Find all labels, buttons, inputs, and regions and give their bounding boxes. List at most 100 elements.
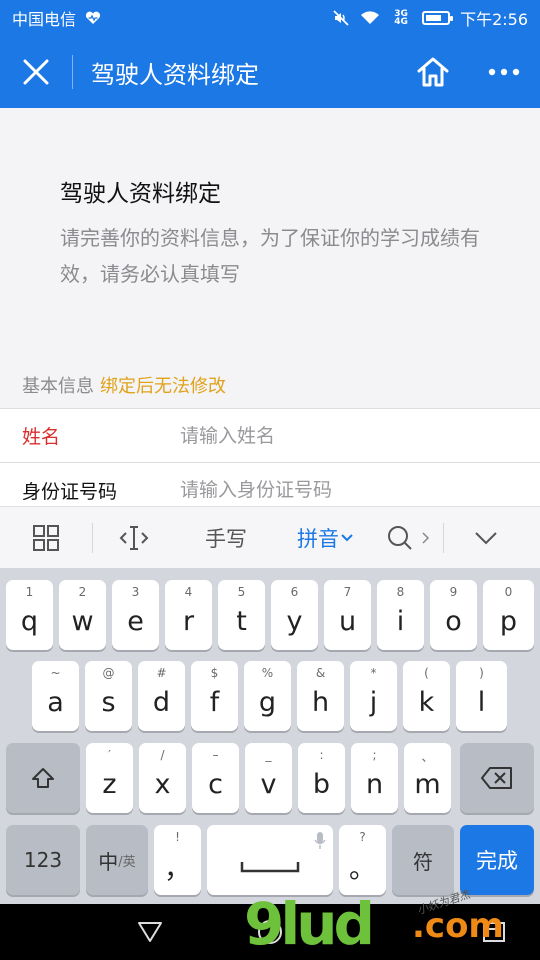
key-f[interactable]: $ f bbox=[191, 661, 238, 731]
key-sub: ! bbox=[175, 830, 180, 844]
key-sub: $ bbox=[210, 666, 219, 680]
home-icon bbox=[417, 57, 449, 87]
key-label: 。 bbox=[349, 853, 376, 885]
key-q[interactable]: 1q bbox=[6, 580, 53, 650]
key-label: ， bbox=[164, 853, 191, 885]
key-e[interactable]: 3e bbox=[112, 580, 159, 650]
data-network-icon: 3G 4G bbox=[390, 10, 412, 27]
key-label: w bbox=[71, 605, 94, 637]
key-label: j bbox=[369, 686, 378, 718]
id-number-input[interactable] bbox=[180, 479, 500, 501]
key-k[interactable]: (k bbox=[403, 661, 450, 731]
shift-key[interactable] bbox=[6, 743, 80, 813]
key-i[interactable]: 8i bbox=[377, 580, 424, 650]
battery-fill bbox=[426, 15, 442, 21]
key-sub: 9 bbox=[449, 585, 458, 599]
status-right: 3G 4G 下午2:56 bbox=[332, 6, 528, 30]
key-label: z bbox=[102, 768, 117, 800]
key-sub: / bbox=[160, 748, 165, 762]
name-input[interactable] bbox=[180, 424, 500, 447]
key-h[interactable]: & h bbox=[297, 661, 344, 731]
key-label: f bbox=[209, 686, 220, 718]
intro-description: 请完善你的资料信息，为了保证你的学习成绩有效，请务必认真填写 bbox=[60, 226, 480, 286]
ime-search-button[interactable] bbox=[373, 507, 443, 569]
done-key[interactable]: 完成 bbox=[460, 825, 534, 895]
key-label: i bbox=[396, 605, 405, 637]
key-sub: 2 bbox=[78, 585, 87, 599]
handwrite-button[interactable]: 手写 bbox=[175, 507, 277, 569]
language-switch-key[interactable]: 中/英 bbox=[86, 825, 148, 895]
key-sub: 3 bbox=[131, 585, 140, 599]
status-bar: 中国电信 3G 4G 下午2:56 bbox=[0, 0, 540, 36]
key-sub: – bbox=[212, 748, 219, 762]
chevron-right-icon bbox=[422, 531, 430, 544]
key-l[interactable]: ) l bbox=[456, 661, 507, 731]
key-w[interactable]: 2w bbox=[59, 580, 106, 650]
binding-form: 姓名 身份证号码 bbox=[0, 408, 540, 517]
key-sub: ? bbox=[359, 830, 366, 844]
key-label: g bbox=[258, 686, 277, 718]
key-label: h bbox=[311, 686, 330, 718]
cursor-button[interactable] bbox=[93, 507, 175, 569]
key-a[interactable]: ~ a bbox=[32, 661, 79, 731]
search-icon bbox=[388, 525, 412, 550]
numbers-key[interactable]: 123 bbox=[6, 825, 80, 895]
key-t[interactable]: 5t bbox=[218, 580, 265, 650]
space-key[interactable] bbox=[207, 825, 333, 895]
watermark: 9lud .com 小妖为君杰 bbox=[240, 888, 540, 960]
key-sub: % bbox=[261, 666, 274, 680]
key-y[interactable]: 6y bbox=[271, 580, 318, 650]
symbols-key[interactable]: 符 bbox=[392, 825, 454, 895]
key-sub: ~ bbox=[50, 666, 61, 680]
section-label: 基本信息 bbox=[22, 376, 94, 397]
name-label: 姓名 bbox=[22, 426, 61, 448]
key-d[interactable]: # d bbox=[138, 661, 185, 731]
language-label: 中 bbox=[98, 849, 119, 874]
key-label: l bbox=[477, 686, 486, 718]
microphone-icon bbox=[314, 832, 326, 849]
page-title: 驾驶人资料绑定 bbox=[91, 60, 259, 89]
close-icon bbox=[23, 59, 49, 85]
close-button[interactable] bbox=[0, 36, 72, 108]
key-m[interactable]: 、 m bbox=[404, 743, 451, 813]
key-b[interactable]: :b bbox=[298, 743, 345, 813]
key-sub: 、 bbox=[421, 750, 434, 764]
key-sub: 7 bbox=[343, 585, 352, 599]
key-r[interactable]: 4r bbox=[165, 580, 212, 650]
key-label: e bbox=[127, 605, 144, 637]
data-label-bottom: 4G bbox=[394, 17, 408, 27]
period-key[interactable]: ?。 bbox=[339, 825, 386, 895]
key-label: c bbox=[208, 768, 223, 800]
section-warning: 绑定后无法修改 bbox=[100, 376, 226, 397]
pinyin-button[interactable]: 拼音 bbox=[277, 507, 373, 569]
key-j[interactable]: * j bbox=[350, 661, 397, 731]
clock-label: 下午2:56 bbox=[460, 10, 528, 29]
key-g[interactable]: % g bbox=[244, 661, 291, 731]
key-label: r bbox=[182, 605, 195, 637]
key-sub: 0 bbox=[504, 585, 513, 599]
key-sub: & bbox=[315, 666, 326, 680]
key-s[interactable]: @ s bbox=[85, 661, 132, 731]
ime-menu-button[interactable] bbox=[0, 507, 92, 569]
home-button[interactable] bbox=[398, 36, 468, 108]
key-o[interactable]: 9o bbox=[430, 580, 477, 650]
key-label: q bbox=[20, 605, 39, 637]
key-sub: # bbox=[156, 666, 167, 680]
key-v[interactable]: _ v bbox=[245, 743, 292, 813]
key-label: p bbox=[499, 605, 518, 637]
collapse-keyboard-button[interactable] bbox=[444, 507, 528, 569]
comma-key[interactable]: !， bbox=[154, 825, 201, 895]
key-u[interactable]: 7u bbox=[324, 580, 371, 650]
key-z[interactable]: ′ z bbox=[86, 743, 133, 813]
key-p[interactable]: 0p bbox=[483, 580, 534, 650]
more-button[interactable] bbox=[468, 36, 540, 108]
shift-icon bbox=[32, 768, 54, 788]
grid-icon bbox=[33, 524, 59, 551]
key-sub: ; bbox=[372, 748, 377, 762]
key-n[interactable]: ; n bbox=[351, 743, 398, 813]
key-x[interactable]: / x bbox=[139, 743, 186, 813]
backspace-key[interactable] bbox=[460, 743, 534, 813]
back-button[interactable] bbox=[134, 916, 166, 948]
key-c[interactable]: – c bbox=[192, 743, 239, 813]
space-bar-icon bbox=[240, 862, 300, 873]
